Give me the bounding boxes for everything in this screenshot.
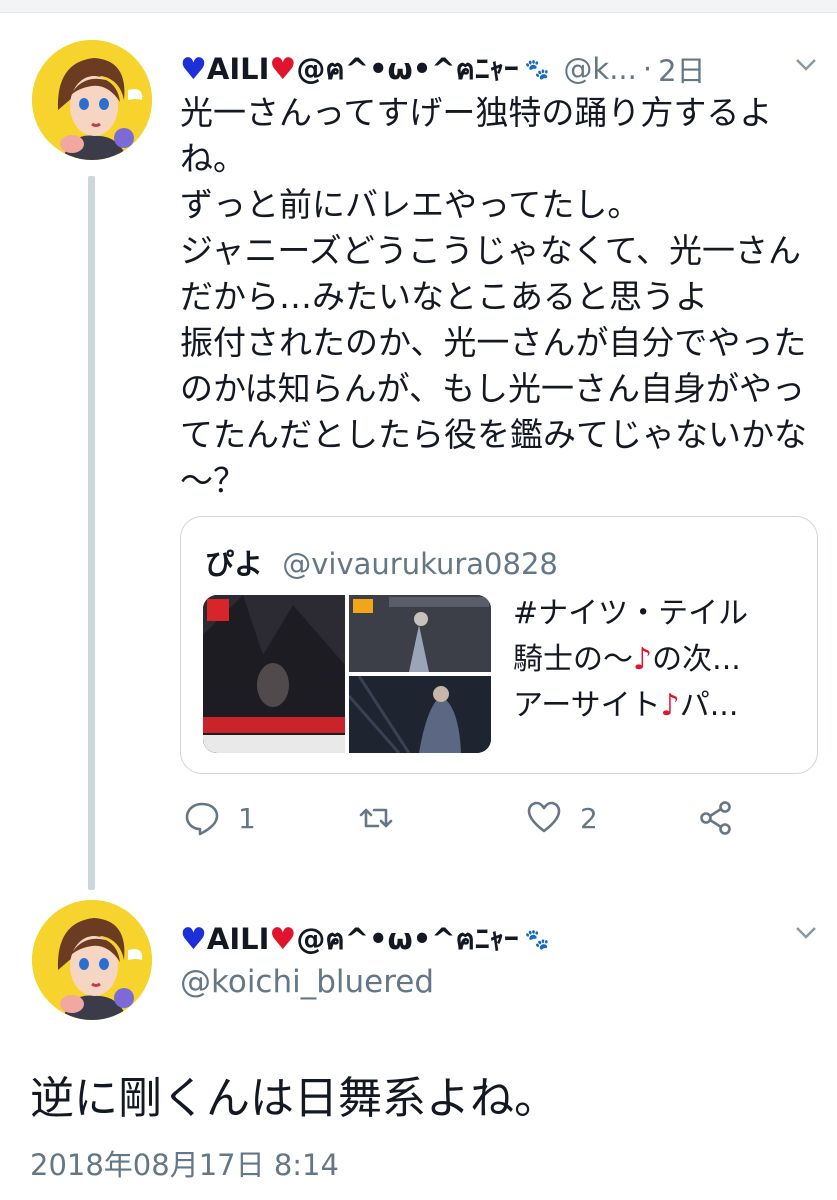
music-note-icon: ♪	[633, 642, 653, 677]
tweet2-header: ♥ AILI ♥ @ฅ^•ω•^ฅﾆｬｰ 🐾	[180, 916, 549, 962]
display-name[interactable]: AILI	[207, 922, 270, 956]
quoted-line-3: アーサイト♪パ...	[513, 683, 803, 729]
reply-button[interactable]: 1	[184, 800, 256, 836]
media-image	[203, 595, 345, 753]
like-count: 2	[580, 801, 598, 835]
reply-icon	[185, 802, 219, 836]
separator-dot: ·	[642, 52, 653, 86]
avatar[interactable]	[32, 40, 152, 160]
quoted-line-2a: 騎士の～	[513, 642, 633, 677]
display-name-suffix[interactable]: @ฅ^•ω•^ฅﾆｬｰ	[296, 916, 518, 962]
display-name[interactable]: AILI	[207, 52, 270, 86]
blue-heart-icon: ♥	[180, 51, 207, 87]
media-image	[349, 595, 491, 672]
quoted-tweet-text: #ナイツ・テイル 騎士の～♪の次... アーサイト♪パ...	[513, 591, 803, 729]
chevron-down-icon[interactable]	[792, 918, 820, 946]
like-button[interactable]: 2	[526, 800, 598, 836]
blue-heart-icon: ♥	[180, 921, 207, 957]
paw-icon: 🐾	[524, 927, 550, 951]
user-handle[interactable]: @k...	[563, 52, 636, 86]
quoted-line-2b: の次...	[652, 642, 741, 677]
paw-icon: 🐾	[524, 57, 550, 81]
quoted-tweet-header: ぴよ @vivaurukura0828	[205, 541, 558, 583]
chevron-down-icon[interactable]	[792, 50, 820, 78]
top-divider	[0, 0, 837, 13]
quoted-tweet-card[interactable]: ぴよ @vivaurukura0828 #ナイツ・テイル 騎士の～♪の次... …	[180, 516, 818, 774]
user-handle[interactable]: @koichi_bluered	[180, 964, 434, 1000]
heart-icon	[527, 801, 561, 833]
avatar-illustration	[32, 900, 152, 1020]
share-button[interactable]	[698, 800, 734, 836]
quoted-line-2: 騎士の～♪の次...	[513, 637, 803, 683]
reply-count: 1	[238, 801, 256, 835]
tweet-text: 逆に剛くんは日舞系よね。	[30, 1073, 558, 1124]
display-name-suffix[interactable]: @ฅ^•ω•^ฅﾆｬｰ	[296, 46, 518, 92]
relative-time[interactable]: 2日	[658, 48, 705, 90]
quoted-display-name: ぴよ	[205, 547, 264, 581]
red-heart-icon: ♥	[269, 51, 297, 87]
music-note-icon: ♪	[660, 688, 680, 723]
retweet-button[interactable]	[358, 800, 412, 836]
tweet1-header: ♥ AILI ♥ @ฅ^•ω•^ฅﾆｬｰ 🐾 @k... · 2日	[180, 46, 706, 92]
avatar-illustration	[32, 40, 152, 160]
quoted-user-handle: @vivaurukura0828	[282, 547, 558, 581]
quoted-line-3a: アーサイト	[513, 688, 661, 723]
media-image	[347, 675, 491, 753]
avatar[interactable]	[32, 900, 152, 1020]
tweet-actions: 1 2	[180, 800, 780, 850]
retweet-icon	[359, 808, 393, 828]
red-heart-icon: ♥	[269, 921, 297, 957]
share-icon	[700, 801, 731, 835]
thread-connector-line	[88, 176, 95, 890]
tweet-timestamp[interactable]: 2018年08月17日 8:14	[30, 1142, 339, 1184]
quoted-media-thumbnail[interactable]	[203, 595, 491, 753]
tweet-text: 光一さんってすげー独特の踊り方するよね。 ずっと前にバレエやってたし。 ジャニー…	[180, 93, 807, 500]
quoted-line-1: #ナイツ・テイル	[513, 596, 749, 631]
quoted-line-3b: パ...	[679, 688, 739, 723]
